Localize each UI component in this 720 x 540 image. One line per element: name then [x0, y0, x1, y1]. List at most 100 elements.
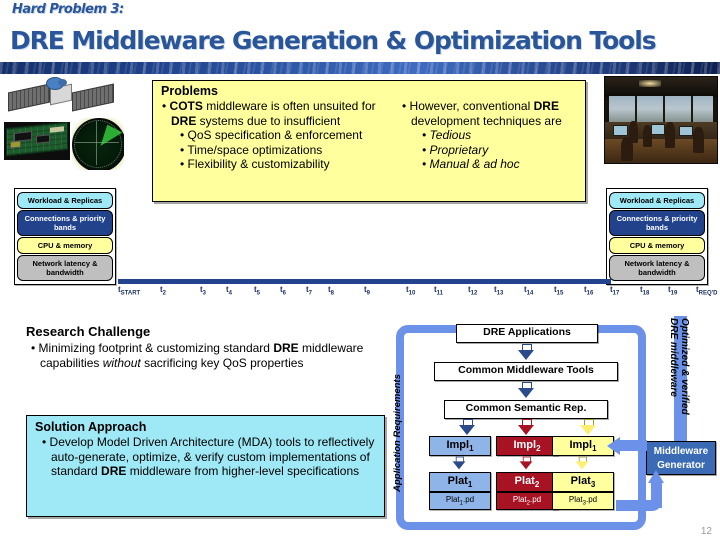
solution-approach-box: Solution Approach • Develop Model Driven…: [26, 415, 385, 517]
stack-cell-network-r: Network latency & bandwidth: [609, 255, 705, 281]
timeline-tick-7: t7: [306, 285, 313, 297]
generator-loop-arrowhead: [648, 470, 664, 483]
plat-label-1: Plat: [447, 475, 468, 487]
plat-box-3: Plat3: [552, 472, 614, 492]
timeline-tick-10: t10: [406, 285, 416, 297]
problem-right-bullet-3: • Proprietary: [422, 142, 489, 157]
dre-applications-box: DRE Applications: [456, 324, 598, 343]
timeline-tick-9: t9: [364, 285, 371, 297]
generator-loop-riser: [651, 482, 662, 508]
plat-label-3: Plat: [570, 475, 591, 487]
stack-cell-connections-r: Connections & priority bands: [609, 210, 705, 236]
impl-sub-1: 1: [469, 444, 474, 454]
application-requirements-label: Application Requirements: [392, 374, 403, 492]
radar-scope-image: [72, 118, 124, 170]
timeline-tick-6: t6: [280, 285, 287, 297]
timeline-bar: [118, 279, 611, 284]
generator-line-1: Middleware: [653, 446, 709, 457]
timeline-tick-17: t17: [610, 285, 620, 297]
timeline-tick-2: t2: [160, 285, 167, 297]
research-challenge-heading: Research Challenge: [26, 324, 151, 339]
impl-box-2: Impl2: [496, 436, 558, 456]
optimized-middleware-label: Optimized & verified DRE middleware: [668, 318, 690, 428]
problem-right-bullet-1: • However, conventional DRE development …: [402, 99, 562, 128]
research-challenge-body: • Minimizing footprint & customizing sta…: [31, 341, 364, 370]
platpd-box-3: Plat3.pd: [552, 492, 614, 510]
arrow-down-icon-4: [519, 456, 533, 470]
platpd-box-2: Plat2.pd: [496, 492, 558, 510]
impl-label-1: Impl: [446, 439, 470, 451]
optimized-label-line1: Optimized & verified: [679, 318, 690, 415]
problems-right-column: • However, conventional DRE development …: [401, 99, 581, 172]
platpd-box-1: Plat1.pd: [429, 492, 491, 510]
generator-feedback-shaft: [619, 440, 647, 451]
arrow-down-icon-red: [518, 419, 534, 435]
platpd-label-3: Plat: [568, 495, 583, 504]
stack-cell-workload-r: Workload & Replicas: [609, 192, 705, 209]
platpd-ext-2: .pd: [530, 495, 542, 504]
solution-approach-body: • Develop Model Driven Architecture (MDA…: [42, 435, 375, 478]
impl-box-3: Impl1: [552, 436, 614, 456]
timeline-tick-11: t11: [434, 285, 444, 297]
resource-stack-left: Workload & Replicas Connections & priori…: [14, 188, 116, 285]
plat-sub-2: 2: [534, 480, 540, 490]
timeline-tick-4: t4: [226, 285, 233, 297]
research-challenge: Research Challenge • Minimizing footprin…: [26, 324, 386, 371]
stack-cell-cpu: CPU & memory: [17, 237, 113, 254]
impl-sub-3: 1: [592, 444, 597, 454]
arrow-down-icon-yellow: [580, 419, 596, 435]
timeline-tick-19: t19: [668, 285, 678, 297]
arrow-down-icon-blue: [459, 419, 475, 435]
slide-root: Hard Problem 3: DRE Middleware Generatio…: [0, 0, 720, 540]
generator-feedback-arrowhead: [607, 437, 620, 455]
page-number: 12: [700, 526, 712, 537]
timeline-tick-5: t5: [254, 285, 261, 297]
problem-bullet-4: • Flexibility & customizability: [180, 157, 330, 171]
impl-label-3: Impl: [569, 439, 593, 451]
problems-box: Problems • COTS middleware is often unsu…: [152, 80, 586, 202]
timeline-tick-13: t13: [494, 285, 504, 297]
plat-box-2: Plat2: [496, 472, 558, 492]
plat-sub-3: 3: [590, 480, 596, 490]
timeline-tick-16: t16: [584, 285, 594, 297]
problem-bullet-1: • COTS middleware is often unsuited for …: [162, 99, 376, 128]
circuit-board-image: [4, 122, 70, 160]
impl-label-2: Impl: [513, 439, 537, 451]
problems-heading: Problems: [161, 84, 218, 98]
problems-left-column: • COTS middleware is often unsuited for …: [161, 99, 401, 172]
impl-box-1: Impl1: [429, 436, 491, 456]
plat-box-1: Plat1: [429, 472, 491, 492]
plat-sub-1: 1: [467, 480, 473, 490]
timeline-ticks: tSTART t2 t3 t4 t5 t6 t7 t8 t9 t10 t11 t12 t13 t14 t15…: [116, 285, 717, 301]
timeline-tick-12: t12: [468, 285, 478, 297]
arrow-down-icon-3: [452, 456, 466, 470]
stack-cell-cpu-r: CPU & memory: [609, 237, 705, 254]
solution-approach-heading: Solution Approach: [35, 420, 147, 434]
arrow-down-icon-5: [575, 456, 589, 470]
plat-label-2: Plat: [514, 475, 535, 487]
common-middleware-tools-box: Common Middleware Tools: [434, 362, 618, 381]
stack-cell-connections: Connections & priority bands: [17, 210, 113, 236]
timeline-tick-14: t14: [524, 285, 534, 297]
operations-center-image: [604, 76, 718, 164]
platpd-ext-1: .pd: [463, 495, 475, 504]
platpd-label-1: Plat: [445, 495, 460, 504]
problem-bullet-2: • QoS specification & enforcement: [180, 128, 363, 142]
platpd-ext-3: .pd: [586, 495, 598, 504]
problem-right-bullet-4: • Manual & ad hoc: [422, 157, 520, 171]
problem-right-bullet-2: • Tedious: [422, 128, 472, 142]
slide-title: DRE Middleware Generation & Optimization…: [10, 26, 657, 55]
header-band-decoration: [0, 62, 720, 74]
common-semantic-rep-box: Common Semantic Rep.: [444, 400, 608, 419]
slide-eyebrow: Hard Problem 3:: [12, 2, 124, 17]
optimized-label-line2: DRE middleware: [668, 318, 679, 397]
timeline-tick-15: t15: [554, 285, 564, 297]
arrow-down-icon-2: [518, 382, 534, 398]
platpd-label-2: Plat: [512, 495, 527, 504]
timeline-tick-start: tSTART: [118, 285, 141, 297]
timeline-tick-3: t3: [200, 285, 207, 297]
stack-cell-network: Network latency & bandwidth: [17, 255, 113, 281]
resource-stack-right: Workload & Replicas Connections & priori…: [606, 188, 708, 285]
problem-bullet-3: • Time/space optimizations: [180, 142, 323, 157]
impl-sub-2: 2: [536, 444, 541, 454]
